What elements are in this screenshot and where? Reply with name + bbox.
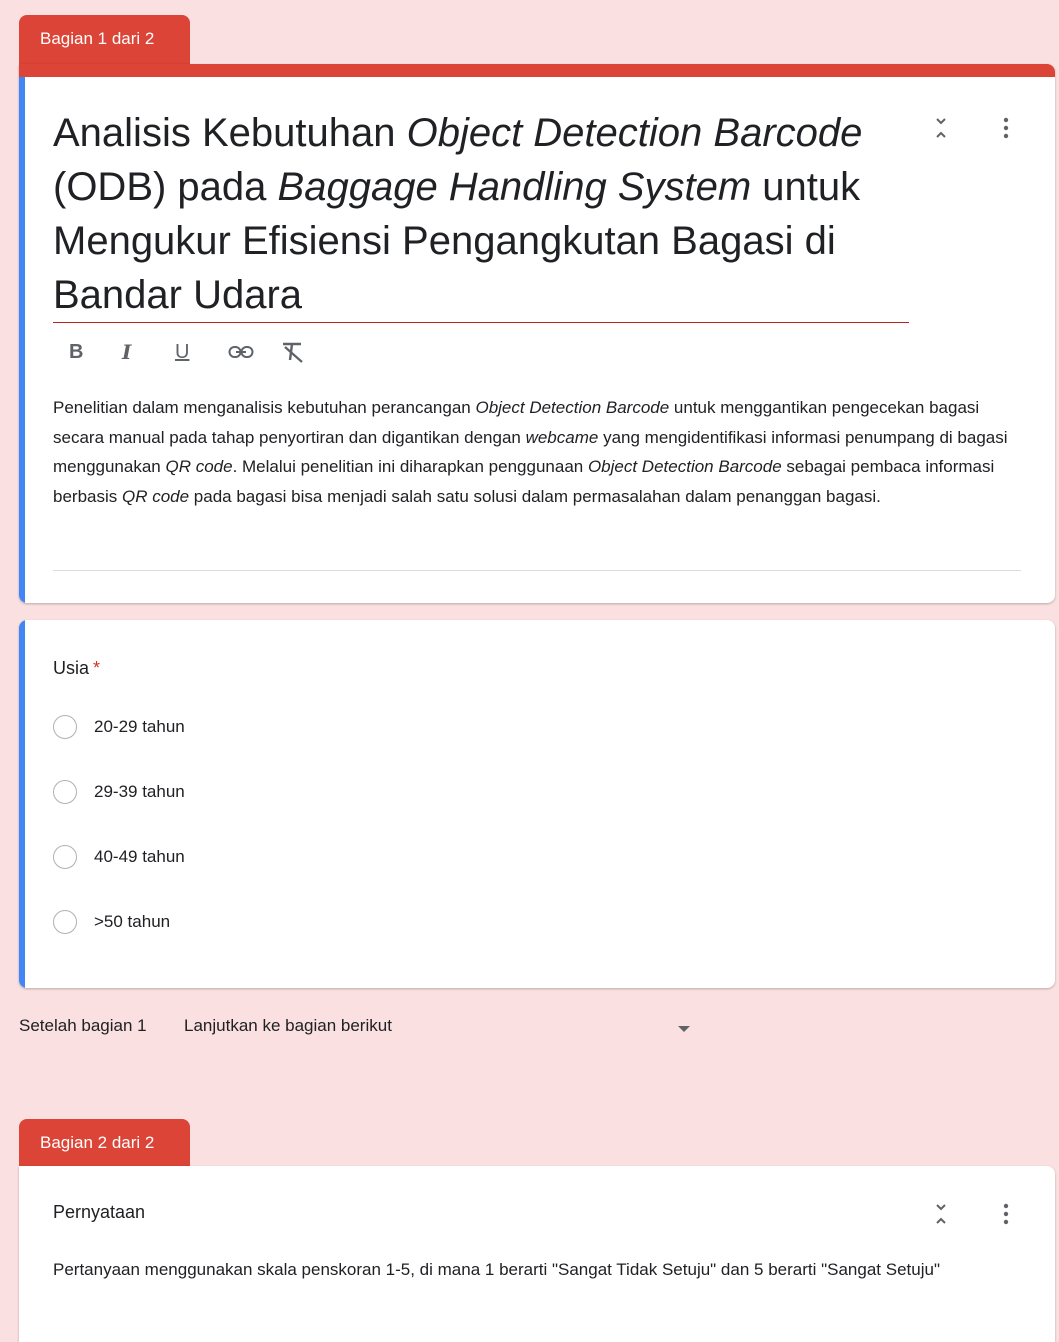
option-label: 20-29 tahun [94, 717, 185, 736]
radio-option[interactable]: 40-49 tahun [53, 845, 185, 869]
radio-button[interactable] [53, 780, 77, 804]
underline-button[interactable]: U [175, 338, 228, 366]
option-label: 29-39 tahun [94, 782, 185, 801]
title-text: (ODB) pada [53, 165, 278, 209]
question-card-usia[interactable]: Usia * 20-29 tahun 29-39 tahun 40-49 tahu… [19, 620, 1055, 988]
after-section-text: Setelah bagian 1 [19, 1016, 147, 1035]
desc-text-italic: QR code [165, 457, 233, 476]
desc-text-italic: Object Detection Barcode [587, 457, 782, 476]
radio-option[interactable]: >50 tahun [53, 910, 170, 934]
title-text-italic: Object Detection Barcode [406, 111, 863, 155]
section-2-tab: Bagian 2 dari 2 [19, 1119, 190, 1167]
form-title-input[interactable]: Analisis Kebutuhan Object Detection Barc… [53, 106, 909, 322]
radio-button[interactable] [53, 845, 77, 869]
italic-button[interactable]: I [122, 338, 175, 366]
clear-formatting-icon[interactable] [281, 338, 334, 366]
radio-option[interactable]: 29-39 tahun [53, 780, 185, 804]
link-icon[interactable] [228, 338, 281, 366]
option-label: 40-49 tahun [94, 847, 185, 866]
desc-text: pada bagasi bisa menjadi salah satu solu… [189, 486, 881, 506]
collapse-section-icon[interactable] [929, 1202, 953, 1226]
section-2-title[interactable]: Pernyataan [53, 1202, 145, 1223]
desc-text-italic: webcame [525, 427, 599, 447]
required-asterisk: * [93, 658, 101, 678]
after-section-label: Setelah bagian 1 [19, 1016, 147, 1036]
title-text: Analisis Kebutuhan [53, 111, 407, 155]
dropdown-selected-value: Lanjutkan ke bagian berikut [184, 1016, 392, 1035]
radio-button[interactable] [53, 910, 77, 934]
radio-button[interactable] [53, 715, 77, 739]
format-toolbar: B I U [69, 338, 334, 366]
option-label: >50 tahun [94, 912, 171, 931]
form-description-input[interactable]: Penelitian dalam menganalisis kebutuhan … [53, 393, 1028, 511]
dropdown-arrow-icon[interactable] [678, 1026, 690, 1032]
active-card-indicator [19, 77, 25, 603]
more-vert-icon[interactable] [994, 1202, 1018, 1226]
title-text-italic: Baggage Handling System [277, 165, 752, 209]
desc-text-italic: QR code [121, 486, 190, 506]
radio-option[interactable]: 20-29 tahun [53, 715, 185, 739]
bold-button[interactable]: B [69, 338, 122, 366]
section-2-description[interactable]: Pertanyaan menggunakan skala penskoran 1… [53, 1255, 1028, 1285]
question-title-text: Usia [53, 658, 90, 678]
description-underline [53, 570, 1021, 571]
question-title: Usia * [53, 658, 100, 679]
active-card-indicator [19, 620, 25, 988]
form-title-card[interactable]: Analisis Kebutuhan Object Detection Barc… [19, 64, 1055, 603]
desc-text: Penelitian dalam menganalisis kebutuhan … [53, 398, 476, 417]
section-1-tab: Bagian 1 dari 2 [19, 15, 190, 65]
desc-text: . Melalui penelitian ini diharapkan peng… [232, 457, 588, 476]
more-vert-icon[interactable] [994, 116, 1018, 140]
title-underline [53, 322, 909, 323]
section-2-header-card[interactable]: Pernyataan Pertanyaan menggunakan skala … [19, 1166, 1055, 1342]
desc-text-italic: Object Detection Barcode [475, 398, 670, 417]
form-editor: Bagian 1 dari 2 Analisis Kebutuhan Objec… [0, 0, 1059, 1342]
collapse-section-icon[interactable] [929, 116, 953, 140]
card-top-band [19, 64, 1055, 77]
section-navigation-dropdown[interactable]: Lanjutkan ke bagian berikut [184, 1016, 700, 1040]
